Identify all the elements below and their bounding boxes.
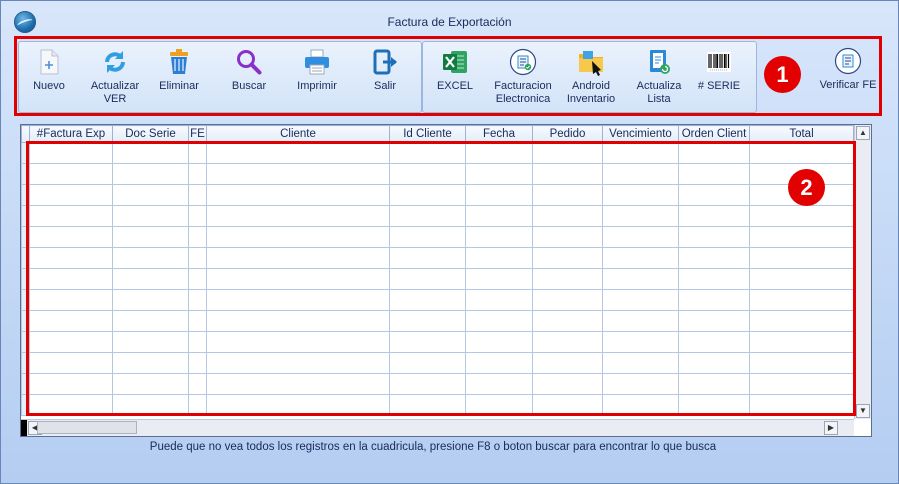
verify-fe-label: Verificar FE bbox=[819, 79, 877, 91]
refresh-icon bbox=[101, 48, 129, 76]
col-header-total[interactable]: Total bbox=[749, 125, 854, 143]
electronic-invoice-label-2: Electronica bbox=[495, 93, 551, 105]
row-selector-header bbox=[21, 125, 30, 143]
col-header-pedido[interactable]: Pedido bbox=[532, 125, 603, 143]
horizontal-scroll-thumb[interactable] bbox=[37, 421, 137, 434]
scroll-right-arrow-icon[interactable]: ▶ bbox=[824, 421, 838, 435]
excel-button-label: EXCEL bbox=[436, 80, 474, 92]
main-window: Factura de Exportación Nuevo Actualizar … bbox=[0, 0, 899, 484]
vertical-scrollbar[interactable]: ▲ ▼ bbox=[854, 125, 871, 419]
excel-icon bbox=[441, 48, 469, 76]
electronic-invoice-label-1: Facturacion bbox=[494, 80, 552, 92]
update-list-label-1: Actualiza bbox=[636, 80, 682, 92]
printer-icon bbox=[303, 48, 331, 76]
search-button[interactable]: Buscar bbox=[227, 48, 271, 93]
col-header-cliente[interactable]: Cliente bbox=[206, 125, 390, 143]
refresh-button-label-2: VER bbox=[103, 93, 127, 105]
refresh-button[interactable]: Actualizar VER bbox=[85, 48, 145, 106]
search-button-label: Buscar bbox=[231, 80, 267, 92]
excel-button[interactable]: EXCEL bbox=[433, 48, 477, 93]
refresh-button-label-1: Actualizar bbox=[90, 80, 140, 92]
update-list-button[interactable]: Actualiza Lista bbox=[633, 48, 685, 106]
toolbar-group-main: Nuevo Actualizar VER Eliminar Buscar Imp… bbox=[18, 41, 422, 113]
toolbar: Nuevo Actualizar VER Eliminar Buscar Imp… bbox=[14, 36, 882, 116]
grid-header-row: #Factura Exp Doc Serie FE Cliente Id Cli… bbox=[21, 125, 854, 143]
update-list-label-2: Lista bbox=[647, 93, 671, 105]
serial-button-label: # SERIE bbox=[697, 80, 741, 92]
android-inventory-label-2: Inventario bbox=[566, 93, 616, 105]
electronic-invoice-button[interactable]: Facturacion Electronica bbox=[491, 48, 555, 106]
android-inventory-button[interactable]: Android Inventario bbox=[563, 48, 619, 106]
folder-cursor-icon bbox=[577, 48, 605, 76]
col-header-vencimiento[interactable]: Vencimiento bbox=[602, 125, 679, 143]
exit-button[interactable]: Salir bbox=[365, 48, 405, 93]
scroll-up-arrow-icon[interactable]: ▲ bbox=[856, 126, 870, 140]
search-icon bbox=[235, 48, 263, 76]
col-header-factura[interactable]: #Factura Exp bbox=[29, 125, 113, 143]
col-header-fe[interactable]: FE bbox=[188, 125, 207, 143]
callout-badge-2: 2 bbox=[788, 169, 825, 206]
exit-button-label: Salir bbox=[373, 80, 396, 92]
android-inventory-label-1: Android bbox=[572, 80, 610, 92]
callout-badge-1: 1 bbox=[764, 56, 801, 93]
update-list-icon bbox=[645, 48, 673, 76]
col-header-doc-serie[interactable]: Doc Serie bbox=[112, 125, 189, 143]
new-button-label: Nuevo bbox=[33, 80, 65, 92]
title-bar: Factura de Exportación bbox=[1, 1, 898, 37]
verify-invoice-badge-icon bbox=[834, 47, 862, 75]
print-button-label: Imprimir bbox=[297, 80, 337, 92]
delete-button-label: Eliminar bbox=[159, 80, 199, 92]
new-document-icon bbox=[35, 48, 63, 76]
status-message: Puede que no vea todos los registros en … bbox=[149, 441, 717, 453]
row-indicator-bar bbox=[21, 420, 27, 436]
print-button[interactable]: Imprimir bbox=[295, 48, 339, 93]
toolbar-group-extra: EXCEL Facturacion Electronica Android In… bbox=[422, 41, 757, 113]
col-header-id-cliente[interactable]: Id Cliente bbox=[389, 125, 466, 143]
electronic-invoice-badge-icon bbox=[509, 48, 537, 76]
scroll-down-arrow-icon[interactable]: ▼ bbox=[856, 404, 870, 418]
window-title: Factura de Exportación bbox=[387, 15, 512, 29]
col-header-fecha[interactable]: Fecha bbox=[465, 125, 533, 143]
serial-button[interactable]: # SERIE bbox=[695, 48, 743, 93]
trash-icon bbox=[165, 48, 193, 76]
barcode-icon bbox=[705, 48, 733, 76]
col-header-orden-cliente[interactable]: Orden Client bbox=[678, 125, 750, 143]
horizontal-scrollbar[interactable]: ◀ ▶ bbox=[21, 419, 854, 436]
delete-button[interactable]: Eliminar bbox=[157, 48, 201, 93]
verify-fe-button[interactable]: Verificar FE bbox=[817, 47, 879, 92]
exit-door-icon bbox=[371, 48, 399, 76]
grid-highlight-box bbox=[26, 141, 856, 416]
new-button[interactable]: Nuevo bbox=[29, 48, 69, 93]
